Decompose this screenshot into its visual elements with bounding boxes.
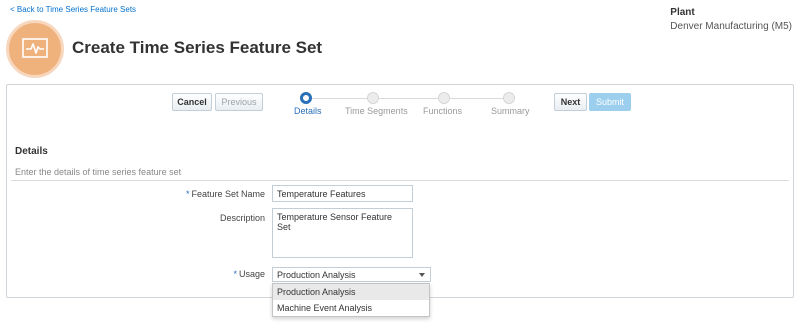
train-step-summary[interactable] (503, 92, 515, 104)
section-divider (11, 180, 789, 181)
train-step-time-segments[interactable] (367, 92, 379, 104)
plant-label: Plant (670, 7, 695, 18)
section-description: Enter the details of time series feature… (15, 167, 182, 177)
cancel-button[interactable]: Cancel (172, 93, 212, 111)
time-series-chart-icon (6, 20, 64, 78)
train-step-details[interactable] (300, 92, 312, 104)
usage-label: * Usage (233, 269, 265, 279)
train-step-functions[interactable] (438, 92, 450, 104)
usage-select[interactable]: Production Analysis (272, 267, 431, 282)
train-step-summary-label[interactable]: Summary (491, 106, 530, 116)
plant-value: Denver Manufacturing (M5) (670, 21, 792, 32)
back-to-feature-sets-link[interactable]: < Back to Time Series Feature Sets (10, 5, 136, 14)
required-marker: * (233, 269, 237, 279)
train-step-details-label[interactable]: Details (294, 106, 322, 116)
next-button[interactable]: Next (554, 93, 587, 111)
usage-option-machine-event-analysis[interactable]: Machine Event Analysis (273, 300, 429, 316)
plant-info: Plant Denver Manufacturing (M5) (670, 7, 792, 32)
feature-set-name-label: * Feature Set Name (185, 189, 265, 199)
usage-selected-value: Production Analysis (277, 270, 356, 280)
submit-button[interactable]: Submit (589, 93, 631, 111)
description-textarea[interactable]: Temperature Sensor Feature Set (272, 208, 413, 258)
previous-button[interactable]: Previous (215, 93, 263, 111)
required-marker: * (185, 189, 190, 199)
description-label: Description (219, 213, 265, 223)
train-step-functions-label[interactable]: Functions (423, 106, 462, 116)
feature-set-name-input[interactable] (272, 185, 413, 202)
section-title: Details (15, 146, 48, 157)
usage-option-production-analysis[interactable]: Production Analysis (273, 284, 429, 300)
wizard-panel: Cancel Previous Details Time Segments Fu… (6, 84, 794, 298)
train-step-time-segments-label[interactable]: Time Segments (345, 106, 408, 116)
usage-dropdown-list: Production Analysis Machine Event Analys… (272, 283, 430, 317)
page-title: Create Time Series Feature Set (72, 38, 323, 57)
chevron-down-icon[interactable] (419, 273, 425, 277)
train-connector (312, 98, 512, 99)
